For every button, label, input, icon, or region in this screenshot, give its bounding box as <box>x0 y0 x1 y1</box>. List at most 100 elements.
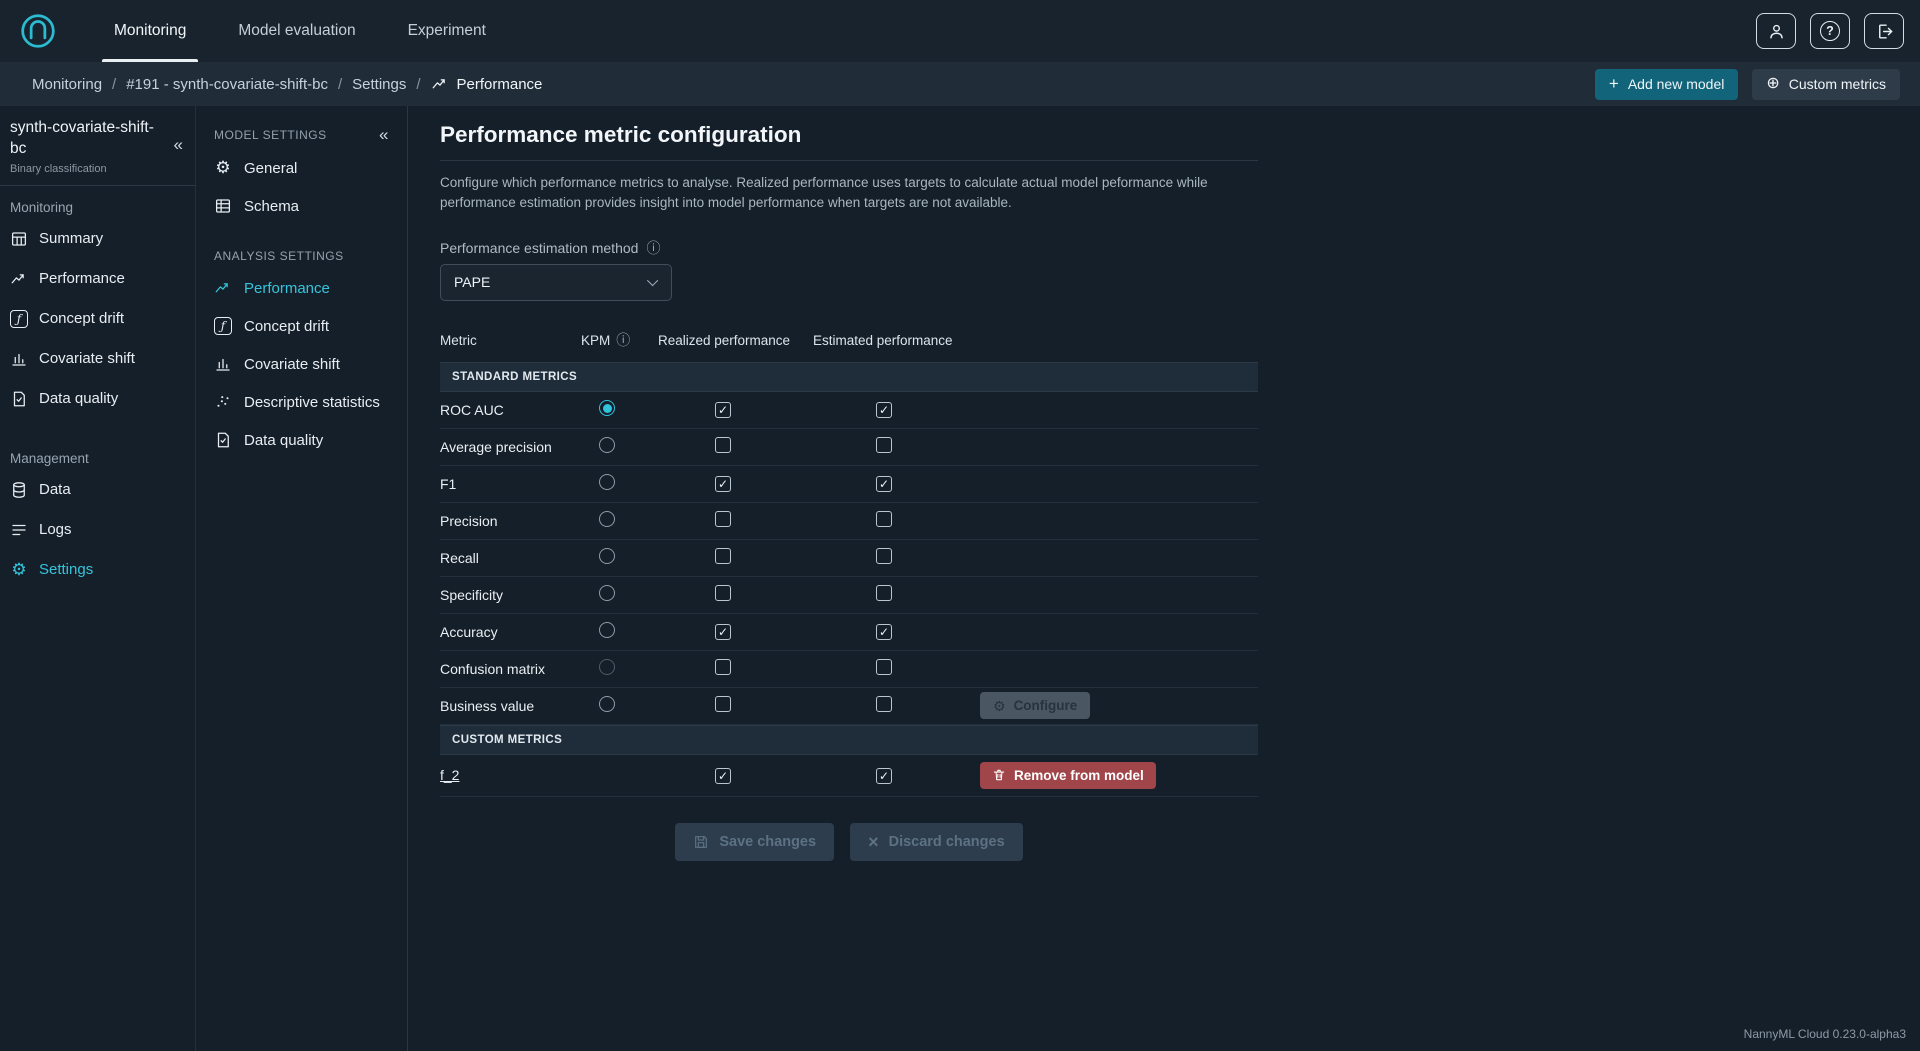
kpm-radio[interactable] <box>599 696 615 712</box>
question-icon: ? <box>1820 21 1840 41</box>
bar-chart-icon <box>214 355 232 373</box>
metric-name: Specificity <box>440 587 581 603</box>
menu-item-performance[interactable]: Performance <box>196 269 407 307</box>
help-button[interactable]: ? <box>1810 13 1850 49</box>
realized-checkbox[interactable] <box>715 585 731 601</box>
sidebar-item-performance[interactable]: Performance <box>0 259 195 299</box>
realized-checkbox[interactable] <box>715 402 731 418</box>
sidebar-item-label: Settings <box>39 561 93 578</box>
estimated-checkbox[interactable] <box>876 624 892 640</box>
breadcrumb-separator: / <box>416 76 420 93</box>
menu-item-descriptive-statistics[interactable]: Descriptive statistics <box>196 383 407 421</box>
table-row: f_2 Remove from model <box>440 755 1258 797</box>
custom-metrics-button[interactable]: ⊕ Custom metrics <box>1752 69 1900 100</box>
custom-metrics-label: Custom metrics <box>1789 76 1886 92</box>
collapse-sidebar-icon[interactable]: « <box>174 136 183 153</box>
kpm-radio[interactable] <box>599 622 615 638</box>
configure-button[interactable]: ⚙Configure <box>980 692 1090 719</box>
sidebar-item-concept-drift[interactable]: ƒ Concept drift <box>0 299 195 339</box>
add-new-model-button[interactable]: + Add new model <box>1595 69 1738 100</box>
nannyml-logo[interactable] <box>16 0 60 62</box>
sidebar-item-logs[interactable]: Logs <box>0 510 195 550</box>
menu-item-data-quality[interactable]: Data quality <box>196 421 407 459</box>
model-header: synth-covariate-shift-bc Binary classifi… <box>0 106 195 186</box>
kpm-radio[interactable] <box>599 474 615 490</box>
realized-checkbox[interactable] <box>715 659 731 675</box>
realized-checkbox[interactable] <box>715 696 731 712</box>
estimated-checkbox[interactable] <box>876 437 892 453</box>
account-button[interactable] <box>1756 13 1796 49</box>
table-group-header: CUSTOM METRICS <box>440 725 1258 755</box>
kpm-radio[interactable] <box>599 659 615 675</box>
realized-checkbox[interactable] <box>715 511 731 527</box>
discard-changes-label: Discard changes <box>889 834 1005 850</box>
realized-checkbox[interactable] <box>715 768 731 784</box>
kpm-radio[interactable] <box>599 585 615 601</box>
grid-icon <box>10 230 28 248</box>
estimated-checkbox[interactable] <box>876 548 892 564</box>
collapse-menu-icon[interactable]: « <box>379 126 389 143</box>
sidebar-item-summary[interactable]: Summary <box>0 219 195 259</box>
estimated-checkbox[interactable] <box>876 402 892 418</box>
sidebar-item-label: Logs <box>39 521 72 538</box>
kpm-radio[interactable] <box>599 400 615 416</box>
kpm-radio[interactable] <box>599 511 615 527</box>
realized-checkbox[interactable] <box>715 476 731 492</box>
column-header-estimated: Estimated performance <box>813 333 980 348</box>
breadcrumb-actions: + Add new model ⊕ Custom metrics <box>1595 69 1900 100</box>
breadcrumb-performance: Performance <box>431 75 543 93</box>
navbar-actions: ? <box>1756 0 1904 62</box>
estimated-checkbox[interactable] <box>876 476 892 492</box>
tab-model-evaluation[interactable]: Model evaluation <box>212 0 381 62</box>
metrics-table-body: STANDARD METRICSROC AUCAverage precision… <box>440 362 1258 797</box>
estimated-checkbox[interactable] <box>876 659 892 675</box>
menu-item-label: Performance <box>244 280 330 297</box>
info-icon[interactable]: ⓘ <box>616 333 630 347</box>
table-row: Precision <box>440 503 1258 540</box>
menu-item-covariate-shift[interactable]: Covariate shift <box>196 345 407 383</box>
menu-section-label: ANALYSIS SETTINGS <box>214 249 344 263</box>
discard-changes-button[interactable]: × Discard changes <box>850 823 1023 861</box>
sidebar-item-data-quality[interactable]: Data quality <box>0 379 195 419</box>
metric-name: Precision <box>440 513 581 529</box>
table-row: Confusion matrix <box>440 651 1258 688</box>
menu-item-label: Data quality <box>244 432 323 449</box>
breadcrumb-settings[interactable]: Settings <box>352 76 406 93</box>
realized-checkbox[interactable] <box>715 548 731 564</box>
logout-button[interactable] <box>1864 13 1904 49</box>
menu-item-schema[interactable]: Schema <box>196 187 407 225</box>
kpm-radio[interactable] <box>599 548 615 564</box>
custom-metric-link[interactable]: f_2 <box>440 767 459 783</box>
kpm-label: KPM <box>581 333 610 348</box>
sidebar-item-settings[interactable]: ⚙ Settings <box>0 550 195 590</box>
gear-icon: ⚙ <box>214 159 232 177</box>
table-row: Business value⚙Configure <box>440 688 1258 725</box>
tab-monitoring[interactable]: Monitoring <box>88 0 212 62</box>
menu-item-general[interactable]: ⚙ General <box>196 149 407 187</box>
tab-experiment[interactable]: Experiment <box>382 0 512 62</box>
sidebar-item-covariate-shift[interactable]: Covariate shift <box>0 339 195 379</box>
save-changes-button[interactable]: Save changes <box>675 823 834 861</box>
breadcrumb-separator: / <box>112 76 116 93</box>
menu-item-concept-drift[interactable]: ƒ Concept drift <box>196 307 407 345</box>
estimated-checkbox[interactable] <box>876 768 892 784</box>
info-icon[interactable]: ⓘ <box>646 241 660 255</box>
settings-menu: MODEL SETTINGS « ⚙ General Schema ANALYS… <box>196 106 408 1051</box>
estimation-method-select[interactable]: PAPE <box>440 264 672 301</box>
logs-icon <box>10 521 28 539</box>
circle-plus-icon: ⊕ <box>1766 76 1779 92</box>
metric-name: Confusion matrix <box>440 661 581 677</box>
estimated-checkbox[interactable] <box>876 511 892 527</box>
estimated-checkbox[interactable] <box>876 585 892 601</box>
remove-from-model-button[interactable]: Remove from model <box>980 762 1156 789</box>
save-changes-label: Save changes <box>719 834 816 850</box>
realized-checkbox[interactable] <box>715 624 731 640</box>
estimated-checkbox[interactable] <box>876 696 892 712</box>
breadcrumb-model[interactable]: #191 - synth-covariate-shift-bc <box>126 76 328 93</box>
realized-checkbox[interactable] <box>715 437 731 453</box>
footer-actions: Save changes × Discard changes <box>440 823 1258 861</box>
table-row: F1 <box>440 466 1258 503</box>
breadcrumb-monitoring[interactable]: Monitoring <box>32 76 102 93</box>
sidebar-item-data[interactable]: Data <box>0 470 195 510</box>
kpm-radio[interactable] <box>599 437 615 453</box>
